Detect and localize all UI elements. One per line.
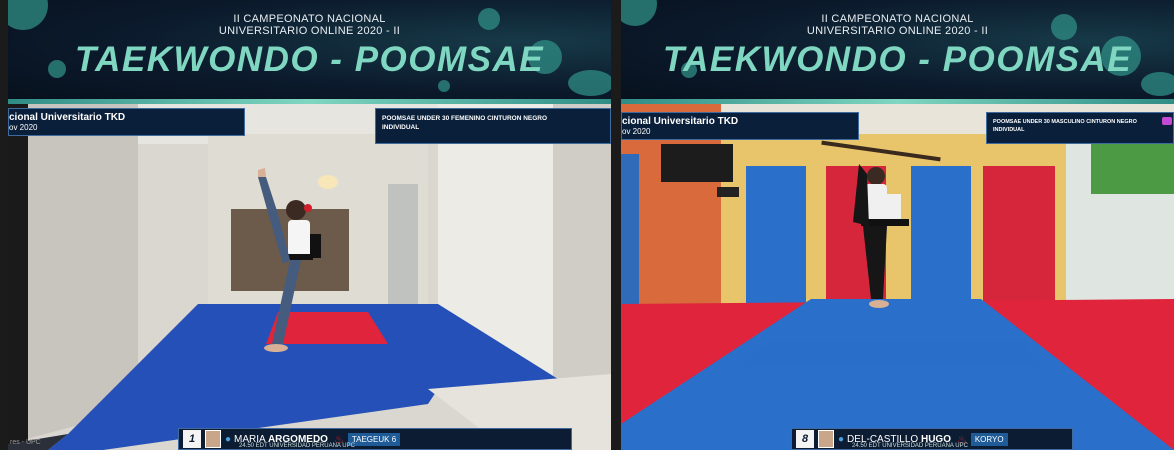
category-info-box: POOMSAE UNDER 30 FEMENINO CINTURON NEGRO…: [375, 108, 611, 144]
banner-subtitle: II CAMPEONATO NACIONAL UNIVERSITARIO ONL…: [218, 13, 401, 37]
room-scene-graphic: [8, 104, 611, 450]
video-scene: [621, 104, 1174, 450]
event-banner: II CAMPEONATO NACIONAL UNIVERSITARIO ONL…: [8, 0, 611, 104]
event-name-text: cional Universitario TKD: [9, 112, 126, 123]
athlete-photo: [818, 430, 834, 448]
live-dot-icon: ●: [225, 433, 232, 445]
event-info-box: cional Universitario TKD ov 2020: [621, 112, 859, 140]
athlete-affiliation: 24.50 EDT UNIVERSIDAD PERUANA UPC: [852, 443, 968, 449]
gym-scene-graphic: [621, 104, 1174, 450]
event-date-text: ov 2020: [622, 127, 651, 136]
poomsae-form-tag: TAEGEUK 6: [347, 432, 401, 446]
source-edge-text: res - UPC: [10, 439, 41, 446]
live-dot-icon: ●: [838, 433, 845, 445]
athlete-number: 1: [183, 430, 201, 448]
athlete-lower-third: 8 ● DEL-CASTILLO HUGO ♨ KORYO 24.50 EDT U…: [791, 428, 1073, 450]
right-video-panel: II CAMPEONATO NACIONAL UNIVERSITARIO ONL…: [621, 0, 1174, 450]
event-date-text: ov 2020: [9, 123, 38, 132]
athlete-number: 8: [796, 430, 814, 448]
event-info-box: cional Universitario TKD ov 2020: [8, 108, 245, 136]
video-scene: [8, 104, 611, 450]
athlete-lower-third: 1 ● MARIA ARGOMEDO ♨ TAEGEUK 6 24.50 EDT …: [178, 428, 572, 450]
category-text: POOMSAE UNDER 30 MASCULINO CINTURON NEGR…: [993, 119, 1137, 125]
poomsae-form-tag: KORYO: [970, 432, 1008, 446]
category-info-box: POOMSAE UNDER 30 MASCULINO CINTURON NEGR…: [986, 112, 1174, 144]
division-text: INDIVIDUAL: [993, 127, 1025, 133]
athlete-affiliation: 24.50 EDT UNIVERSIDAD PERUANA UPC: [239, 443, 355, 449]
decor-dot: [438, 80, 450, 92]
event-name-text: cional Universitario TKD: [622, 116, 739, 127]
division-text: INDIVIDUAL: [382, 124, 420, 131]
left-video-panel: II CAMPEONATO NACIONAL UNIVERSITARIO ONL…: [8, 0, 611, 450]
banner-title: TAEKWONDO - POOMSAE: [662, 40, 1133, 79]
athlete-photo: [205, 430, 221, 448]
banner-title: TAEKWONDO - POOMSAE: [74, 40, 545, 79]
camera-icon[interactable]: [1162, 117, 1172, 125]
event-banner: II CAMPEONATO NACIONAL UNIVERSITARIO ONL…: [621, 0, 1174, 104]
banner-subtitle: II CAMPEONATO NACIONAL UNIVERSITARIO ONL…: [806, 13, 989, 37]
category-text: POOMSAE UNDER 30 FEMENINO CINTURON NEGRO: [382, 115, 548, 122]
